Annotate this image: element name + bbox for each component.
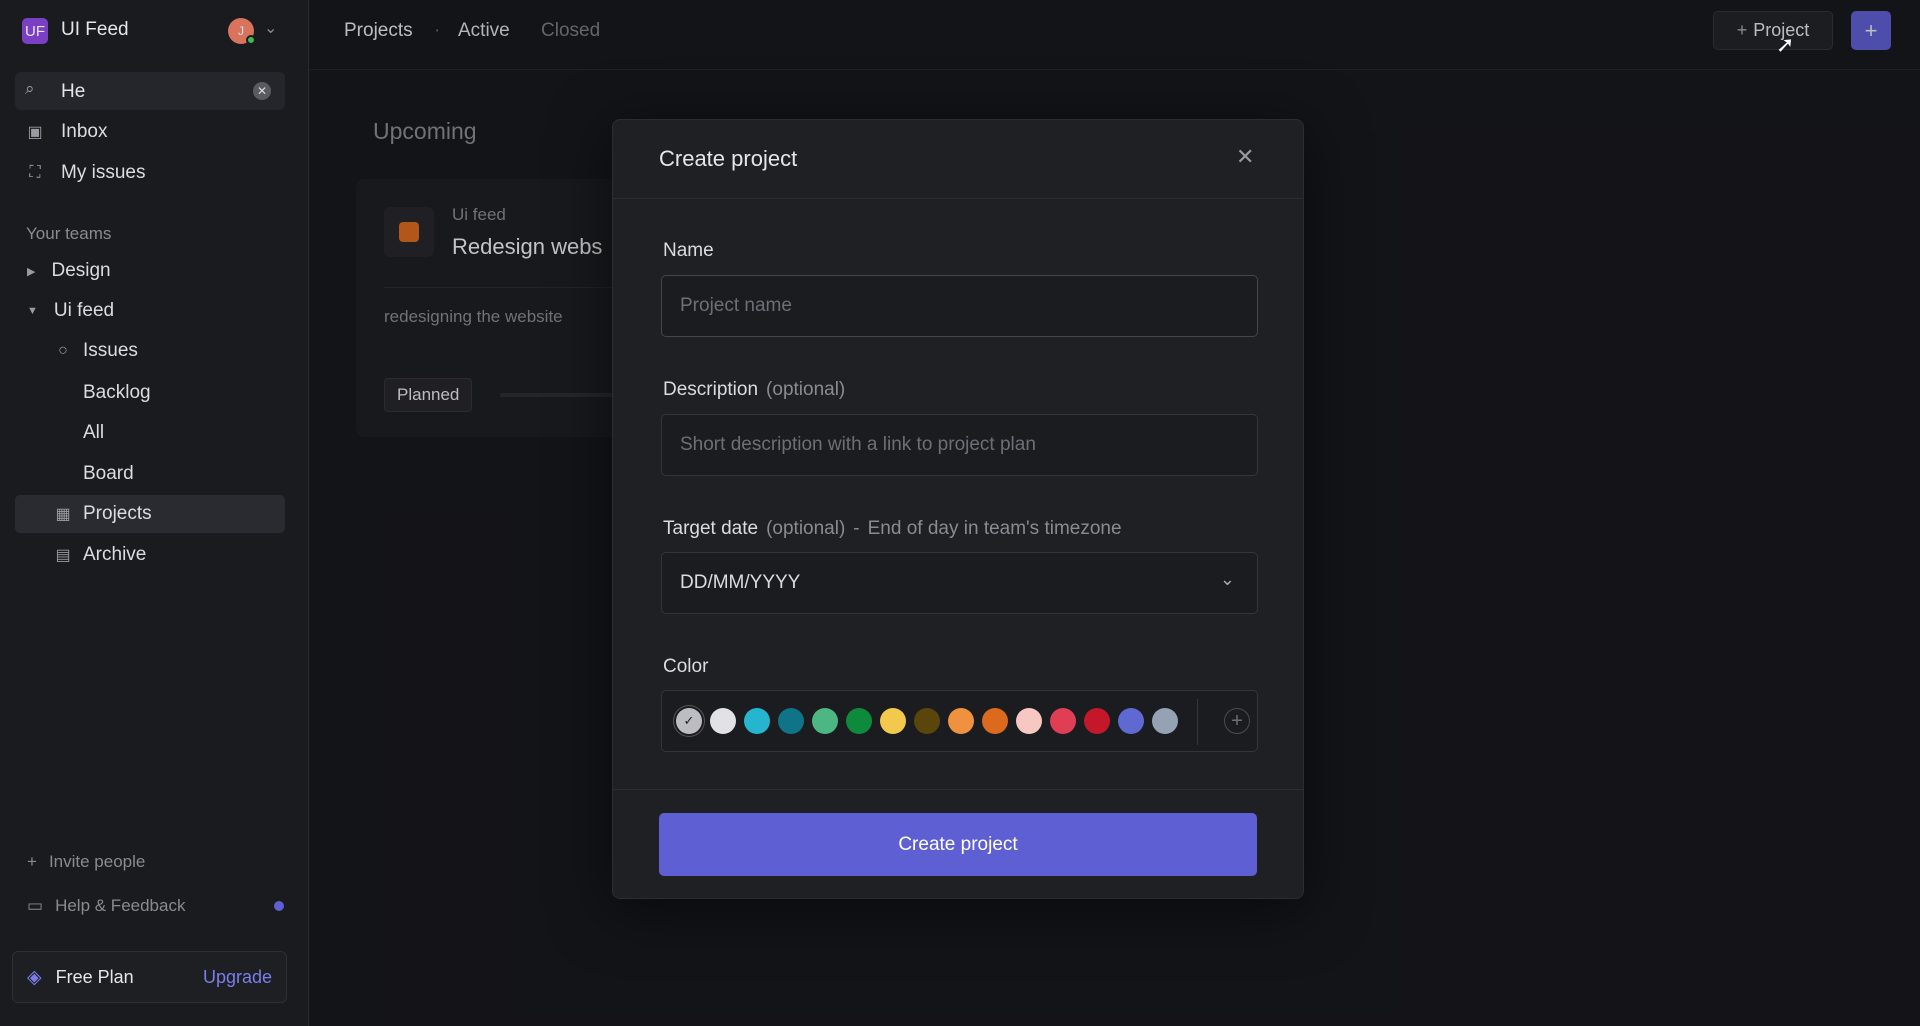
modal-title: Create project (659, 146, 798, 171)
color-label: Color (663, 656, 708, 678)
color-swatch[interactable] (710, 708, 736, 734)
online-status-icon (246, 35, 256, 45)
create-project-button[interactable]: Create project (659, 813, 1257, 876)
color-swatch[interactable] (1118, 708, 1144, 734)
color-swatches: ✓ (676, 708, 1186, 734)
placeholder: Short description with a link to project… (680, 434, 1036, 455)
description-input[interactable]: Short description with a link to project… (661, 414, 1258, 476)
sidebar-item-projects[interactable]: ▦ Projects (15, 495, 285, 533)
chat-icon: ▭ (27, 896, 44, 915)
color-swatch[interactable] (914, 708, 940, 734)
chevron-down-icon: ⌄ (1219, 569, 1235, 589)
label: Projects (83, 503, 152, 524)
sidebar-item-backlog[interactable]: Backlog (15, 374, 285, 412)
chevron-down-icon[interactable]: ⌄ (264, 18, 277, 38)
sidebar-item-inbox[interactable]: ▣ Inbox (15, 113, 285, 151)
sidebar-item-issues[interactable]: ○ Issues (15, 332, 285, 370)
label: Name (663, 240, 714, 261)
label: Design (51, 260, 111, 281)
sidebar-item-archive[interactable]: ▤ Archive (15, 536, 285, 574)
name-input[interactable]: Project name (661, 275, 1258, 337)
upgrade-link[interactable]: Upgrade (203, 967, 272, 988)
label: Board (83, 463, 134, 484)
label: Color (663, 656, 709, 677)
workspace-name[interactable]: UI Feed (61, 19, 129, 41)
color-swatch[interactable] (744, 708, 770, 734)
label: Help & Feedback (55, 896, 186, 915)
color-swatch[interactable] (1084, 708, 1110, 734)
close-icon[interactable]: ✕ (1236, 144, 1254, 170)
workspace-logo[interactable]: UF (22, 18, 48, 44)
label: Issues (83, 340, 138, 361)
optional-hint: (optional) (766, 518, 846, 539)
date-value: DD/MM/YYYY (680, 572, 801, 593)
color-swatch[interactable] (1016, 708, 1042, 734)
caret-down-icon: ▼ (27, 305, 38, 317)
layers-icon: ◈ (27, 966, 42, 988)
notification-dot (274, 901, 284, 911)
teams-heading: Your teams (26, 224, 112, 243)
sidebar: UF UI Feed J ⌄ ⌕ He ✕ ▣ Inbox ⛶ My issues … (0, 0, 309, 1026)
label: Archive (83, 544, 147, 565)
plus-icon: + (27, 852, 37, 871)
color-swatch[interactable] (880, 708, 906, 734)
label: Create project (898, 833, 1018, 855)
label: Backlog (83, 382, 151, 403)
label: All (83, 422, 105, 443)
color-swatch[interactable] (982, 708, 1008, 734)
sidebar-item-all[interactable]: All (15, 414, 285, 452)
label: Description (663, 379, 759, 400)
label: Ui feed (53, 300, 115, 321)
clear-search-icon[interactable]: ✕ (253, 82, 271, 100)
sidebar-item-my-issues[interactable]: ⛶ My issues (15, 154, 285, 192)
color-swatch[interactable] (1152, 708, 1178, 734)
create-project-modal: Create project ✕ Name Project name Descr… (612, 119, 1304, 899)
optional-hint: (optional) (766, 379, 846, 400)
description-label: Description (optional) (663, 379, 845, 401)
sidebar-item-board[interactable]: Board (15, 455, 285, 493)
dash: - (853, 518, 860, 539)
label: Inbox (61, 121, 108, 142)
color-picker: ✓ + (661, 690, 1258, 752)
grid-icon: ▦ (55, 506, 71, 523)
caret-right-icon: ▶ (27, 265, 36, 278)
label: Target date (663, 518, 759, 539)
label: My issues (61, 162, 146, 183)
color-swatch[interactable] (812, 708, 838, 734)
name-label: Name (663, 240, 714, 262)
divider (613, 789, 1303, 790)
add-color-icon[interactable]: + (1224, 708, 1250, 734)
label: Invite people (48, 852, 146, 871)
search-icon: ⌕ (25, 79, 35, 98)
divider (1197, 699, 1198, 745)
color-swatch[interactable]: ✓ (676, 708, 702, 734)
target-icon: ⛶ (29, 164, 41, 181)
placeholder: Project name (680, 295, 792, 316)
invite-people-button[interactable]: + Invite people (15, 843, 285, 881)
search-value: He (61, 81, 86, 102)
color-swatch[interactable] (778, 708, 804, 734)
color-swatch[interactable] (846, 708, 872, 734)
divider (613, 198, 1303, 199)
search-input[interactable]: ⌕ He ✕ (15, 72, 285, 110)
circle-icon: ○ (58, 342, 68, 359)
team-ui-feed[interactable]: ▼ Ui feed (15, 292, 285, 330)
timezone-hint: End of day in team's timezone (867, 518, 1122, 539)
target-date-label: Target date (optional) - End of day in team… (663, 518, 1122, 540)
inbox-icon: ▣ (27, 124, 43, 141)
help-feedback-button[interactable]: ▭ Help & Feedback (15, 887, 285, 925)
target-date-select[interactable]: DD/MM/YYYY ⌄ (661, 552, 1258, 614)
plan-box: ◈ Free Plan Upgrade (12, 951, 287, 1003)
color-swatch[interactable] (948, 708, 974, 734)
color-swatch[interactable] (1050, 708, 1076, 734)
mouse-cursor-icon: ➚ (1776, 32, 1795, 57)
team-design[interactable]: ▶ Design (15, 252, 285, 290)
archive-icon: ▤ (55, 547, 71, 564)
plan-name: Free Plan (55, 966, 134, 987)
